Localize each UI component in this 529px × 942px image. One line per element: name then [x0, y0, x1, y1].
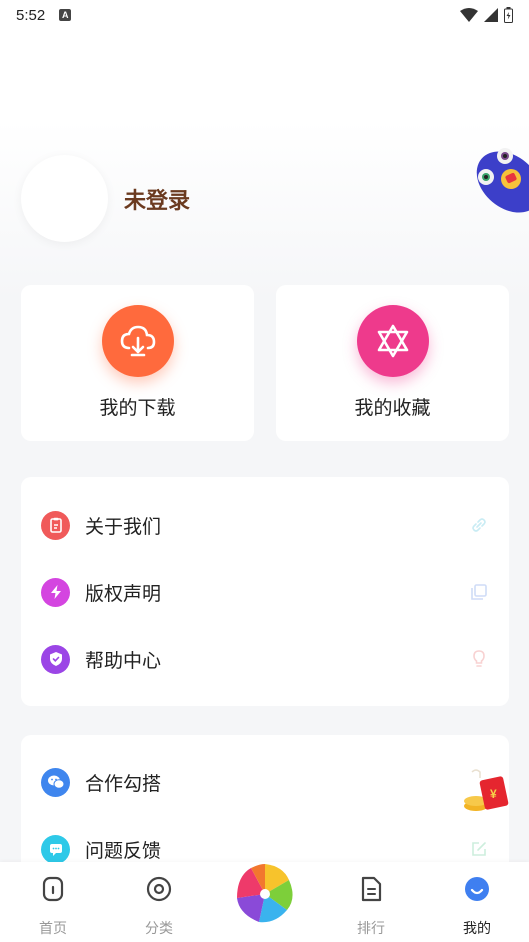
my-downloads-label: 我的下载	[99, 397, 176, 419]
menu-group-contact: 合作勾搭 问题反馈	[21, 735, 509, 875]
my-favorites-card[interactable]: 我的收藏	[276, 285, 509, 441]
lightning-icon	[41, 577, 70, 607]
ranking-icon	[361, 876, 382, 902]
tab-category-label: 分类	[145, 921, 173, 937]
profile-header[interactable]: 未登录	[21, 155, 190, 242]
menu-item-label: 版权声明	[85, 582, 162, 605]
red-packet-icon[interactable]: ¥	[462, 768, 512, 814]
status-time: 5:52	[16, 6, 46, 24]
menu-item-help-center[interactable]: 帮助中心	[21, 635, 509, 683]
tab-mine[interactable]: 我的	[437, 862, 517, 942]
tab-home[interactable]: 首页	[13, 862, 93, 942]
menu-item-copyright[interactable]: 版权声明	[21, 568, 509, 616]
pinwheel-icon[interactable]	[233, 862, 297, 926]
edit-icon	[472, 842, 486, 856]
tab-ranking[interactable]: 排行	[331, 862, 411, 942]
home-icon	[42, 876, 64, 902]
menu-group-info: 关于我们 版权声明 帮助中心	[21, 477, 509, 706]
chat-bubble-icon	[41, 834, 70, 864]
star-of-david-icon	[356, 305, 429, 377]
menu-item-cooperation[interactable]: 合作勾搭	[21, 758, 509, 806]
battery-icon	[504, 7, 513, 23]
notification-icon: A	[59, 9, 72, 21]
my-downloads-card[interactable]: 我的下载	[21, 285, 254, 441]
menu-item-about-us[interactable]: 关于我们	[21, 501, 509, 549]
tab-category[interactable]: 分类	[119, 862, 199, 942]
my-favorites-label: 我的收藏	[354, 397, 431, 419]
wifi-icon	[460, 8, 478, 22]
tab-home-label: 首页	[39, 921, 67, 937]
bulb-icon	[473, 650, 485, 667]
clipboard-icon	[41, 510, 70, 540]
menu-item-label: 关于我们	[85, 515, 162, 538]
cloud-download-icon	[101, 305, 174, 377]
signal-icon	[484, 8, 498, 22]
wechat-icon	[41, 767, 70, 797]
profile-icon	[465, 877, 489, 901]
mascot-icon[interactable]	[469, 140, 529, 230]
copy-icon	[471, 584, 487, 600]
link-icon	[472, 518, 486, 532]
menu-item-label: 问题反馈	[85, 839, 162, 862]
login-label[interactable]: 未登录	[124, 183, 190, 215]
red-packet-symbol: ¥	[490, 787, 497, 801]
tab-ranking-label: 排行	[357, 921, 385, 937]
menu-item-label: 合作勾搭	[85, 772, 162, 795]
shield-icon	[41, 644, 70, 674]
tab-mine-label: 我的	[463, 921, 491, 937]
menu-item-label: 帮助中心	[85, 649, 162, 672]
status-bar: 5:52 A	[0, 0, 529, 30]
avatar[interactable]	[21, 155, 108, 242]
category-icon	[146, 876, 172, 902]
bottom-tab-bar: 首页 分类 排行 我的	[0, 862, 529, 942]
